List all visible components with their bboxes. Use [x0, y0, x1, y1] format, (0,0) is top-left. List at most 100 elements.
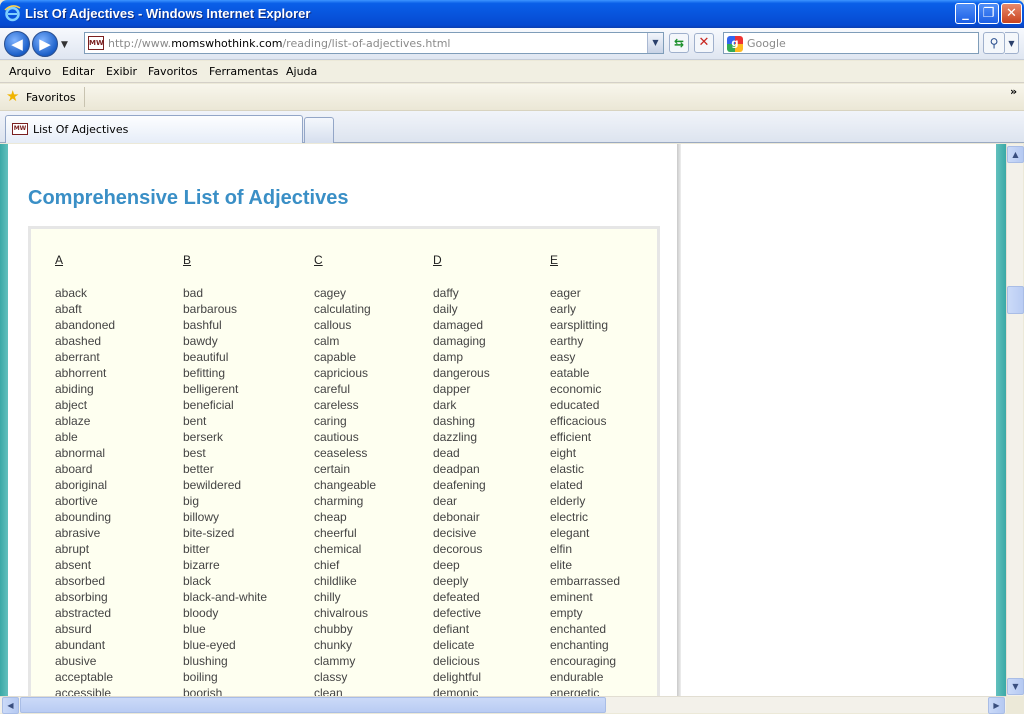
adjective-item: bewildered	[183, 478, 242, 492]
horizontal-scroll-thumb[interactable]	[20, 697, 606, 713]
adjective-item: abject	[55, 398, 88, 412]
adjective-item: deadpan	[433, 462, 480, 476]
adjective-item: befitting	[183, 366, 226, 380]
minimize-button[interactable]: _	[955, 3, 976, 24]
adjective-item: electric	[550, 510, 589, 524]
adjective-item: aback	[55, 286, 88, 300]
adjective-item: embarrassed	[550, 574, 621, 588]
adjective-item: acceptable	[55, 670, 114, 684]
favorites-separator	[84, 87, 85, 107]
search-button[interactable]: ⚲	[983, 32, 1005, 54]
content-panel-shadow	[677, 144, 681, 696]
menu-exibir[interactable]: Exibir	[106, 65, 137, 78]
adjective-item: educated	[550, 398, 600, 412]
adjective-item: decorous	[433, 542, 483, 556]
adjective-item: elated	[550, 478, 583, 492]
adjective-item: decisive	[433, 526, 477, 540]
adjective-item: eatable	[550, 366, 590, 380]
adjective-item: defiant	[433, 622, 470, 636]
adjective-item: abnormal	[55, 446, 106, 460]
vertical-scroll-thumb[interactable]	[1007, 286, 1024, 314]
adjective-item: defeated	[433, 590, 480, 604]
adjective-item: easy	[550, 350, 576, 364]
menu-favoritos[interactable]: Favoritos	[148, 65, 198, 78]
search-placeholder: Google	[747, 37, 786, 50]
back-button[interactable]: ◀	[4, 31, 30, 57]
adjective-item: changeable	[314, 478, 377, 492]
adjective-item: big	[183, 494, 200, 508]
column-a: Aaback abaft abandoned abashed aberrant abhor…	[55, 253, 115, 696]
recent-pages-dropdown[interactable]: ▼	[61, 40, 68, 50]
address-url[interactable]: http://www.momswhothink.com/reading/list…	[108, 37, 450, 50]
scroll-up-arrow-icon[interactable]: ▲	[1007, 146, 1024, 163]
scroll-down-arrow-icon[interactable]: ▼	[1007, 678, 1024, 695]
adjective-item: boiling	[183, 670, 218, 684]
stop-button[interactable]: ✕	[694, 33, 714, 53]
adjective-item: demonic	[433, 686, 479, 696]
scroll-right-arrow-icon[interactable]: ▶	[988, 697, 1005, 714]
adjective-item: debonair	[433, 510, 480, 524]
search-box[interactable]: g Google	[723, 32, 979, 54]
adjective-item: absent	[55, 558, 92, 572]
adjective-item: empty	[550, 606, 583, 620]
url-domain: momswhothink.com	[171, 37, 283, 50]
address-bar[interactable]: MW http://www.momswhothink.com/reading/l…	[84, 32, 664, 54]
adjective-item: barbarous	[183, 302, 238, 316]
adjective-item: abandoned	[55, 318, 116, 332]
adjective-item: early	[550, 302, 577, 316]
adjective-item: dark	[433, 398, 457, 412]
close-button[interactable]: ✕	[1001, 3, 1022, 24]
adjective-item: bite-sized	[183, 526, 235, 540]
adjective-item: cheap	[314, 510, 347, 524]
vertical-scrollbar[interactable]: ▲ ▼	[1006, 144, 1024, 696]
letter-link-d[interactable]: D	[433, 253, 490, 285]
adjective-item: capable	[314, 350, 357, 364]
search-options-dropdown[interactable]: ▼	[1005, 32, 1019, 54]
adjective-item: able	[55, 430, 78, 444]
new-tab-button[interactable]	[304, 117, 334, 143]
adjective-item: better	[183, 462, 214, 476]
adjective-item: best	[183, 446, 206, 460]
favorites-star-icon[interactable]: ★	[6, 89, 19, 104]
adjective-item: ceaseless	[314, 446, 368, 460]
adjective-item: calm	[314, 334, 340, 348]
letter-link-b[interactable]: B	[183, 253, 267, 285]
site-icon: MW	[88, 36, 104, 50]
adjective-item: elite	[550, 558, 573, 572]
menu-ajuda[interactable]: Ajuda	[286, 65, 317, 78]
favorites-more-chevron-icon[interactable]: »	[1010, 85, 1017, 98]
tab-list-of-adjectives[interactable]: MW List Of Adjectives	[5, 115, 303, 143]
letter-link-a[interactable]: A	[55, 253, 115, 285]
adjective-item: abrasive	[55, 526, 101, 540]
letter-link-c[interactable]: C	[314, 253, 376, 285]
adjective-item: bad	[183, 286, 204, 300]
adjective-item: endurable	[550, 670, 604, 684]
menu-editar[interactable]: Editar	[62, 65, 95, 78]
scroll-left-arrow-icon[interactable]: ◀	[2, 697, 19, 714]
adjective-item: elderly	[550, 494, 586, 508]
forward-button[interactable]: ▶	[32, 31, 58, 57]
favorites-button[interactable]: Favoritos	[26, 91, 76, 104]
adjective-item: berserk	[183, 430, 224, 444]
refresh-button[interactable]: ⇆	[669, 33, 689, 53]
adjective-item: clammy	[314, 654, 356, 668]
menu-arquivo[interactable]: Arquivo	[9, 65, 51, 78]
scrollbar-corner	[1006, 696, 1024, 714]
window-title: List Of Adjectives - Windows Internet Ex…	[25, 6, 311, 21]
adjective-item: bashful	[183, 318, 222, 332]
url-path: /reading/list-of-adjectives.html	[282, 37, 451, 50]
adjective-item: efficacious	[550, 414, 607, 428]
adjective-item: abhorrent	[55, 366, 107, 380]
address-dropdown[interactable]: ▼	[647, 33, 663, 53]
adjective-item: chemical	[314, 542, 362, 556]
adjective-item: abundant	[55, 638, 106, 652]
adjective-item: aboriginal	[55, 478, 108, 492]
adjective-item: enchanting	[550, 638, 609, 652]
menu-ferramentas[interactable]: Ferramentas	[209, 65, 278, 78]
maximize-button[interactable]: ❐	[978, 3, 999, 24]
adjective-item: chunky	[314, 638, 353, 652]
adjective-item: childlike	[314, 574, 357, 588]
tab-label: List Of Adjectives	[33, 123, 129, 136]
letter-link-e[interactable]: E	[550, 253, 620, 285]
horizontal-scrollbar[interactable]: ◀ ▶	[0, 696, 1006, 714]
